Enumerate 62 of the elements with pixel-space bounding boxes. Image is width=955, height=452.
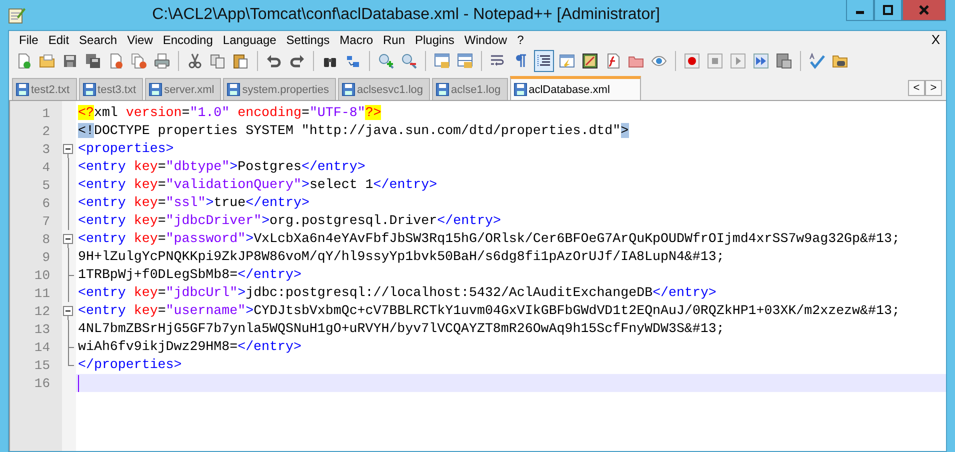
tab-scroll-button[interactable]: > [925, 80, 942, 96]
code-line: 9H+lZulgYcPNQKKpi9ZkJP8W86voM/qY/hl9ssyYp1bvk50BaH/s6dg8fi1pAzOrUJf/IA8LupN4&#13; [78, 248, 724, 266]
file-tab[interactable]: aclse1.log [432, 78, 508, 100]
line-number: 8 [41, 232, 51, 246]
menu-item[interactable]: Search [74, 32, 122, 46]
close-button[interactable] [902, 0, 946, 21]
line-number: 6 [41, 196, 51, 210]
close-document-button[interactable]: X [931, 32, 946, 47]
code-line: <entry key="username">CYDJtsbVxbmQc+cV7BBLRCTkY1uvm04GxVIkGBFbGWdVD1t2EQnAuJ/0RQZkHP1+03XK/m2xzezw&#13; [78, 302, 900, 320]
menu-item[interactable]: Edit [43, 32, 74, 46]
menu-item[interactable]: Macro [334, 32, 378, 46]
minimize-button[interactable] [846, 0, 874, 21]
code-line: <entry key="ssl">true</entry> [78, 194, 310, 212]
code-line: <?xml version="1.0" encoding="UTF-8"?> [78, 104, 382, 122]
line-number: 16 [33, 376, 51, 390]
line-number: 2 [41, 124, 51, 138]
indent-guide-icon[interactable] [534, 50, 554, 72]
code-line: <entry key="validationQuery">select 1</entry> [78, 176, 438, 194]
menu-item[interactable]: Window [459, 32, 512, 46]
menu-item[interactable]: Encoding [158, 32, 218, 46]
menu-item[interactable]: Plugins [410, 32, 460, 46]
code-line: wiAh6fv9ikjDwz29HM8=</entry> [78, 338, 302, 356]
window-title: C:\ACL2\App\Tomcat\conf\aclDatabase.xml - Notepad++ [Administrator] [151, 6, 661, 24]
maximize-icon [883, 5, 893, 15]
menu-item[interactable]: File [14, 32, 44, 46]
code-line: <entry key="dbtype">Postgres</entry> [78, 158, 366, 176]
menu-item[interactable]: Language [218, 32, 282, 46]
line-number: 9 [41, 250, 51, 264]
code-line: <entry key="jdbcUrl">jdbc:postgresql://localhost:5432/AclAuditExchangeDB</entry> [78, 284, 716, 302]
file-tab[interactable]: test3.txt [78, 78, 144, 100]
line-number: 4 [41, 160, 51, 174]
line-number: 12 [33, 304, 51, 318]
code-line: <properties> [78, 140, 174, 158]
line-number: 5 [41, 178, 51, 192]
file-tab[interactable]: aclsesvc1.log [338, 78, 430, 100]
tab-scroll-button[interactable]: < [908, 80, 925, 96]
close-icon [919, 5, 929, 15]
code-line: 4NL7bmZBSrHjG5GF7b7ynla5WQSNuH1gO+uRVYH/byv7lVCQAYZT8mR26OwAq9h15ScfFnyWDW3S&#13; [78, 320, 724, 338]
code-line: 1TRBpWj+f0DLegSbMb8=</entry> [78, 266, 302, 284]
menu-item[interactable]: Run [378, 32, 410, 46]
code-line: </properties> [78, 356, 182, 374]
text-cursor [78, 374, 79, 392]
line-number: 13 [33, 322, 51, 336]
menu-item[interactable]: ? [512, 32, 529, 46]
line-number: 11 [33, 286, 51, 300]
code-line: <entry key="jdbcDriver">org.postgresql.Driver</entry> [78, 212, 501, 230]
file-tab[interactable]: aclDatabase.xml [510, 76, 641, 100]
line-number: 7 [41, 214, 51, 228]
menu-item[interactable]: View [122, 32, 158, 46]
line-number: 14 [33, 340, 51, 354]
file-tab[interactable]: test2.txt [12, 78, 77, 100]
line-number: 3 [41, 142, 51, 156]
notepad-icon[interactable] [8, 6, 26, 24]
menu-item[interactable]: Settings [281, 32, 335, 46]
line-number: 15 [33, 358, 51, 372]
line-number: 10 [33, 268, 51, 282]
file-tab[interactable]: system.properties [223, 78, 336, 100]
code-line: <entry key="password">VxLcbXa6n4eYAvFbfJbSW3Rq15hG/ORlsk/Cer6BFOeG7ArQuKpOUDWfrOIjmd4xrSS7w9ag32Gp&#13; [78, 230, 900, 248]
maximize-button[interactable] [874, 0, 902, 21]
line-number: 1 [41, 106, 51, 120]
code-line: <!DOCTYPE properties SYSTEM "http://java.sun.com/dtd/properties.dtd"> [78, 122, 629, 140]
file-tab[interactable]: server.xml [145, 78, 222, 100]
